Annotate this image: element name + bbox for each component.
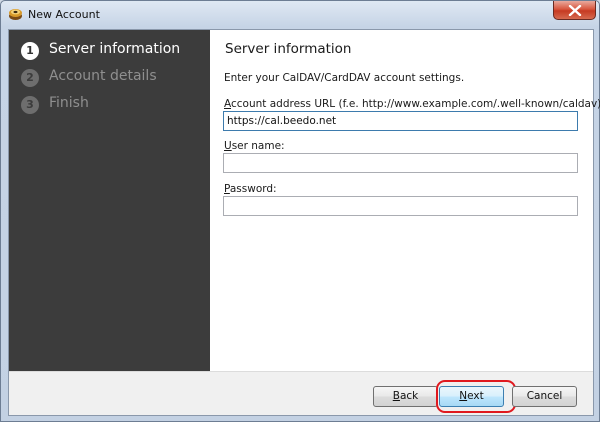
title-bar[interactable]: New Account <box>1 1 599 28</box>
close-icon <box>568 5 582 16</box>
step-server-information: 1 Server information <box>21 40 206 62</box>
step-number: 3 <box>21 96 39 114</box>
step-label: Server information <box>49 41 181 57</box>
dialog-window: New Account 1 Server information 2 Accou… <box>0 0 600 422</box>
dialog-client-area: 1 Server information 2 Account details 3… <box>8 29 600 416</box>
server-information-panel: Server information Enter your CalDAV/Car… <box>210 30 600 371</box>
back-button[interactable]: Back <box>373 386 438 407</box>
step-number: 2 <box>21 69 39 87</box>
password-input[interactable] <box>223 196 578 216</box>
username-input[interactable] <box>223 153 578 173</box>
wizard-steps-sidebar: 1 Server information 2 Account details 3… <box>9 30 210 371</box>
next-button[interactable]: Next <box>439 386 504 407</box>
step-label: Finish <box>49 95 89 111</box>
cancel-button[interactable]: Cancel <box>512 386 577 407</box>
intro-text: Enter your CalDAV/CardDAV account settin… <box>224 72 465 84</box>
app-icon <box>8 7 23 21</box>
close-button[interactable] <box>553 1 596 20</box>
page-title: Server information <box>225 41 352 57</box>
step-number: 1 <box>21 42 39 60</box>
step-label: Account details <box>49 68 157 84</box>
url-input[interactable] <box>223 111 578 131</box>
url-label: Account address URL (f.e. http://www.exa… <box>224 98 600 110</box>
step-finish: 3 Finish <box>21 94 206 116</box>
window-title: New Account <box>28 8 100 21</box>
button-bar: Back Next Cancel <box>9 371 593 415</box>
step-account-details: 2 Account details <box>21 67 206 89</box>
password-label: Password: <box>224 183 277 195</box>
username-label: User name: <box>224 140 285 152</box>
